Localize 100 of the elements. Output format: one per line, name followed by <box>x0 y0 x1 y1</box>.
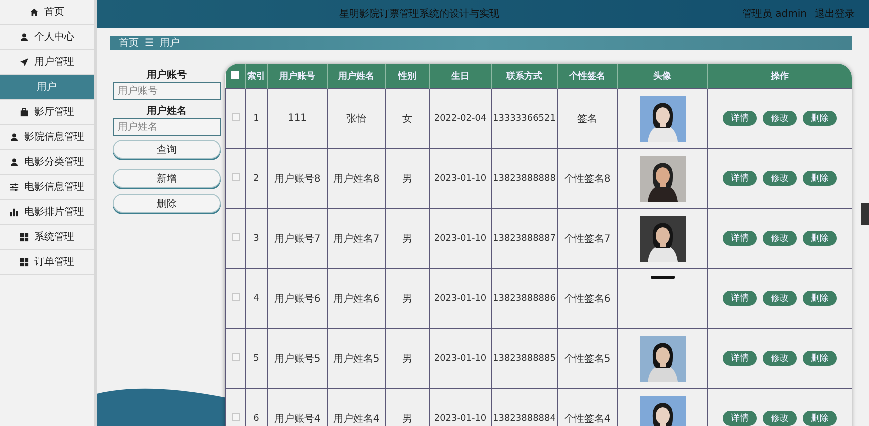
table-cell: 男 <box>386 268 430 328</box>
row-action-button[interactable]: 修改 <box>763 411 797 426</box>
table-cell: 男 <box>386 328 430 388</box>
table-cell: 2023-01-10 <box>430 328 492 388</box>
row-action-button[interactable]: 修改 <box>763 171 797 186</box>
column-header: 性别 <box>386 64 430 88</box>
sidebar-item[interactable]: 电影信息管理 <box>0 175 94 200</box>
table-cell: 女 <box>386 88 430 148</box>
sidebar-item[interactable]: 影厅管理 <box>0 100 94 125</box>
input-field[interactable]: 用户姓名 <box>113 118 221 136</box>
sidebar-item[interactable]: 订单管理 <box>0 250 94 275</box>
row-action-button[interactable]: 修改 <box>763 351 797 366</box>
action-button[interactable]: 查询 <box>113 140 221 159</box>
column-header: 用户账号 <box>268 64 328 88</box>
table-cell: 用户账号8 <box>268 148 328 208</box>
breadcrumb-separator: ☰ <box>145 38 154 48</box>
logout-link[interactable]: 退出登录 <box>815 7 855 21</box>
row-action-button[interactable]: 详情 <box>723 411 757 426</box>
side-handle[interactable] <box>861 203 869 225</box>
action-button[interactable]: 删除 <box>113 194 221 213</box>
sidebar-item[interactable]: 电影排片管理 <box>0 200 94 225</box>
grid-icon <box>20 258 28 266</box>
breadcrumb-current: 用户 <box>160 36 180 50</box>
field-label: 用户账号 <box>146 68 188 82</box>
table-cell: 个性签名8 <box>558 148 618 208</box>
column-header: 头像 <box>618 64 708 88</box>
table-cell: 个性签名5 <box>558 328 618 388</box>
action-button[interactable]: 新增 <box>113 169 221 188</box>
column-header: 个性签名 <box>558 64 618 88</box>
table-cell: 3 <box>246 208 268 268</box>
table-cell: 用户姓名5 <box>328 328 386 388</box>
table-cell: 2023-01-10 <box>430 208 492 268</box>
table-cell: 2022-02-04 <box>430 88 492 148</box>
table-cell: 用户姓名8 <box>328 148 386 208</box>
column-header: 联系方式 <box>492 64 558 88</box>
row-checkbox[interactable] <box>232 173 240 181</box>
table-cell: 5 <box>246 328 268 388</box>
table-cell: 111 <box>268 88 328 148</box>
row-action-button[interactable]: 修改 <box>763 291 797 306</box>
table-cell: 签名 <box>558 88 618 148</box>
user-label: 管理员 admin <box>742 8 807 21</box>
sidebar-item[interactable]: 首页 <box>0 0 94 25</box>
column-header: 操作 <box>708 64 852 88</box>
table-cell: 13823888886 <box>492 268 558 328</box>
column-header: 生日 <box>430 64 492 88</box>
input-field[interactable]: 用户账号 <box>113 82 221 100</box>
sidebar-item[interactable]: 电影分类管理 <box>0 150 94 175</box>
home-icon <box>30 8 38 16</box>
table-cell: 男 <box>386 208 430 268</box>
row-action-button[interactable]: 删除 <box>803 411 837 426</box>
row-checkbox[interactable] <box>232 293 240 301</box>
row-action-button[interactable]: 详情 <box>723 291 757 306</box>
app-title: 星明影院订票管理系统的设计与实现 <box>338 8 501 21</box>
table-cell: 用户账号6 <box>268 268 328 328</box>
row-action-button[interactable]: 删除 <box>803 351 837 366</box>
row-action-button[interactable]: 详情 <box>723 111 757 126</box>
field-label: 用户姓名 <box>146 104 188 118</box>
row-action-button[interactable]: 删除 <box>803 111 837 126</box>
column-header: 索引 <box>246 64 268 88</box>
row-checkbox[interactable] <box>232 113 240 121</box>
table-cell: 2 <box>246 148 268 208</box>
table-cell: 用户姓名6 <box>328 268 386 328</box>
person-icon <box>10 132 18 142</box>
table-cell: 用户账号7 <box>268 208 328 268</box>
row-action-button[interactable]: 删除 <box>803 171 837 186</box>
table-cell: 13823888885 <box>492 328 558 388</box>
table-cell: 13823888884 <box>492 388 558 426</box>
grid-icon <box>20 232 28 242</box>
table-cell: 13823888888 <box>492 148 558 208</box>
table-cell: 2023-01-10 <box>430 148 492 208</box>
table-cell: 用户账号5 <box>268 328 328 388</box>
sliders-icon <box>10 182 18 192</box>
row-action-button[interactable]: 详情 <box>723 231 757 246</box>
table-cell: 13333366521 <box>492 88 558 148</box>
row-action-button[interactable]: 详情 <box>723 171 757 186</box>
sidebar-item[interactable]: 系统管理 <box>0 225 94 250</box>
paper-plane-icon <box>20 58 28 66</box>
sidebar-item[interactable]: 影院信息管理 <box>0 125 94 150</box>
person-icon <box>20 32 28 42</box>
row-checkbox[interactable] <box>232 233 240 241</box>
table-cell: 4 <box>246 268 268 328</box>
table-cell: 2023-01-10 <box>430 268 492 328</box>
person-icon <box>10 158 18 166</box>
row-action-button[interactable]: 修改 <box>763 231 797 246</box>
row-action-button[interactable]: 详情 <box>723 351 757 366</box>
table-cell: 男 <box>386 148 430 208</box>
sidebar-item[interactable]: 个人中心 <box>0 25 94 50</box>
row-action-button[interactable]: 修改 <box>763 111 797 126</box>
row-checkbox[interactable] <box>232 413 240 421</box>
row-action-button[interactable]: 删除 <box>803 231 837 246</box>
select-all-checkbox[interactable] <box>231 70 240 78</box>
row-action-button[interactable]: 删除 <box>803 291 837 306</box>
row-checkbox[interactable] <box>232 353 240 361</box>
sidebar-item[interactable]: 用户 <box>0 75 94 100</box>
breadcrumb-link[interactable]: 首页 <box>119 36 139 50</box>
table-cell: 用户姓名7 <box>328 208 386 268</box>
bar-chart-icon <box>10 208 18 216</box>
column-header: 用户姓名 <box>328 64 386 88</box>
table-cell: 个性签名6 <box>558 268 618 328</box>
table-cell: 1 <box>246 88 268 148</box>
